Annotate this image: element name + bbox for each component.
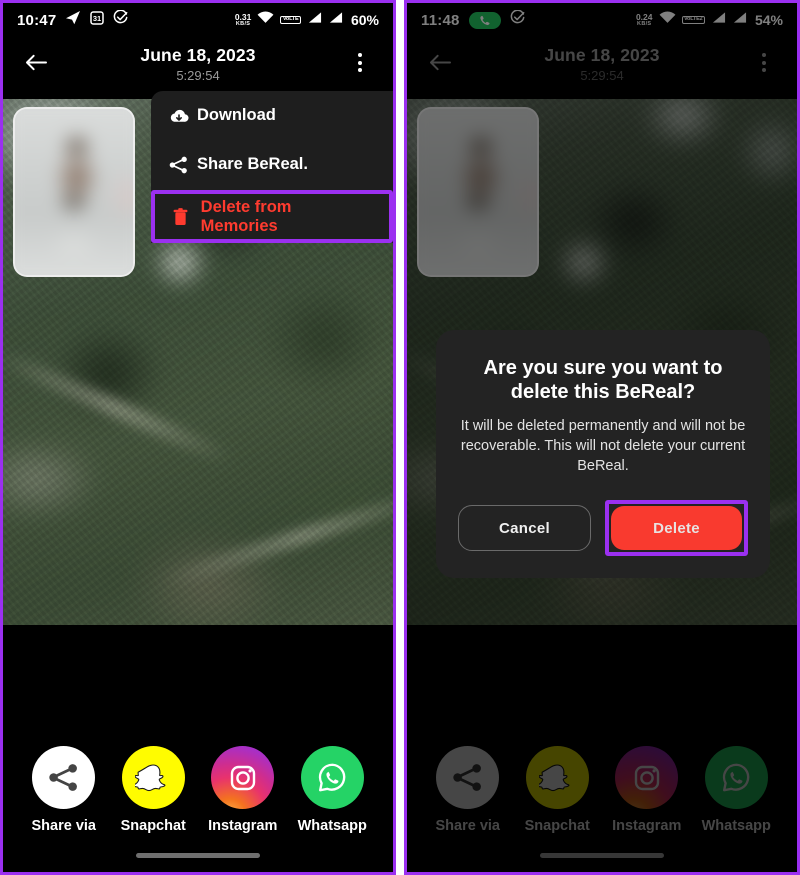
delete-button[interactable]: Delete bbox=[611, 506, 742, 551]
left-status-bar: 10:47 31 0.31 KB/S VoLTE 60% bbox=[3, 3, 393, 37]
selfie-thumbnail[interactable] bbox=[13, 107, 135, 277]
delete-button-highlight: Delete bbox=[605, 500, 748, 557]
svg-text:31: 31 bbox=[93, 14, 101, 23]
page-title: June 18, 2023 bbox=[140, 45, 256, 65]
battery-percent: 60% bbox=[350, 12, 379, 28]
header-titles: June 18, 2023 5:29:54 bbox=[53, 43, 343, 83]
share-icon bbox=[32, 746, 96, 809]
share-option-share-via[interactable]: Share via bbox=[22, 746, 106, 834]
left-phone-panel: 10:47 31 0.31 KB/S VoLTE 60% June 18, 20… bbox=[0, 0, 396, 875]
delete-option-highlight: Delete from Memories bbox=[151, 190, 393, 243]
data-rate-indicator: 0.31 KB/S bbox=[234, 12, 252, 27]
signal-sim1-icon bbox=[307, 11, 322, 29]
menu-item-delete-from-memories[interactable]: Delete from Memories bbox=[155, 194, 389, 239]
calendar-icon: 31 bbox=[90, 10, 105, 30]
page-subtitle: 5:29:54 bbox=[176, 68, 220, 83]
left-app-bar: June 18, 2023 5:29:54 bbox=[3, 37, 393, 95]
share-option-label: Snapchat bbox=[120, 818, 186, 834]
dialog-body: It will be deleted permanently and will … bbox=[460, 417, 746, 474]
wifi-icon bbox=[257, 11, 274, 29]
menu-item-label: Share BeReal. bbox=[197, 155, 308, 173]
signal-sim2-icon bbox=[328, 11, 343, 29]
left-share-row: Share via Snapchat Instagram Whatsapp bbox=[3, 746, 393, 834]
share-option-snapchat[interactable]: Snapchat bbox=[111, 746, 195, 834]
instagram-camera-icon bbox=[211, 746, 275, 809]
cancel-button[interactable]: Cancel bbox=[458, 505, 591, 552]
right-phone-panel: 11:48 0.2 bbox=[404, 0, 800, 875]
share-option-label: Whatsapp bbox=[297, 818, 367, 834]
home-indicator bbox=[136, 853, 260, 858]
trash-icon bbox=[173, 207, 201, 226]
share-icon bbox=[169, 156, 197, 174]
back-button[interactable] bbox=[19, 43, 53, 72]
cloud-download-icon bbox=[169, 108, 197, 124]
share-option-label: Instagram bbox=[208, 818, 278, 834]
options-menu: Download Share BeReal. Delete from Memor… bbox=[151, 91, 393, 243]
menu-item-share-bereal[interactable]: Share BeReal. bbox=[151, 140, 393, 189]
dialog-title: Are you sure you want to delete this BeR… bbox=[483, 357, 723, 404]
screenshot-stage: 10:47 31 0.31 KB/S VoLTE 60% June 18, 20… bbox=[0, 0, 800, 875]
selfie-image bbox=[15, 109, 133, 275]
menu-item-download[interactable]: Download bbox=[151, 91, 393, 140]
snapchat-ghost-icon bbox=[121, 746, 185, 809]
check-circle-icon bbox=[113, 9, 128, 30]
status-clock: 10:47 bbox=[17, 11, 57, 29]
menu-item-label: Download bbox=[197, 106, 276, 124]
share-option-instagram[interactable]: Instagram bbox=[201, 746, 285, 834]
share-option-whatsapp[interactable]: Whatsapp bbox=[290, 746, 374, 834]
delete-confirmation-dialog: Are you sure you want to delete this BeR… bbox=[436, 330, 770, 579]
telegram-icon bbox=[65, 10, 81, 30]
whatsapp-icon bbox=[300, 746, 364, 809]
share-option-label: Share via bbox=[31, 818, 97, 834]
overflow-menu-button[interactable] bbox=[343, 43, 377, 72]
dialog-actions: Cancel Delete bbox=[458, 500, 748, 557]
menu-item-label: Delete from Memories bbox=[200, 197, 292, 235]
volte-icon: VoLTE bbox=[280, 15, 301, 25]
